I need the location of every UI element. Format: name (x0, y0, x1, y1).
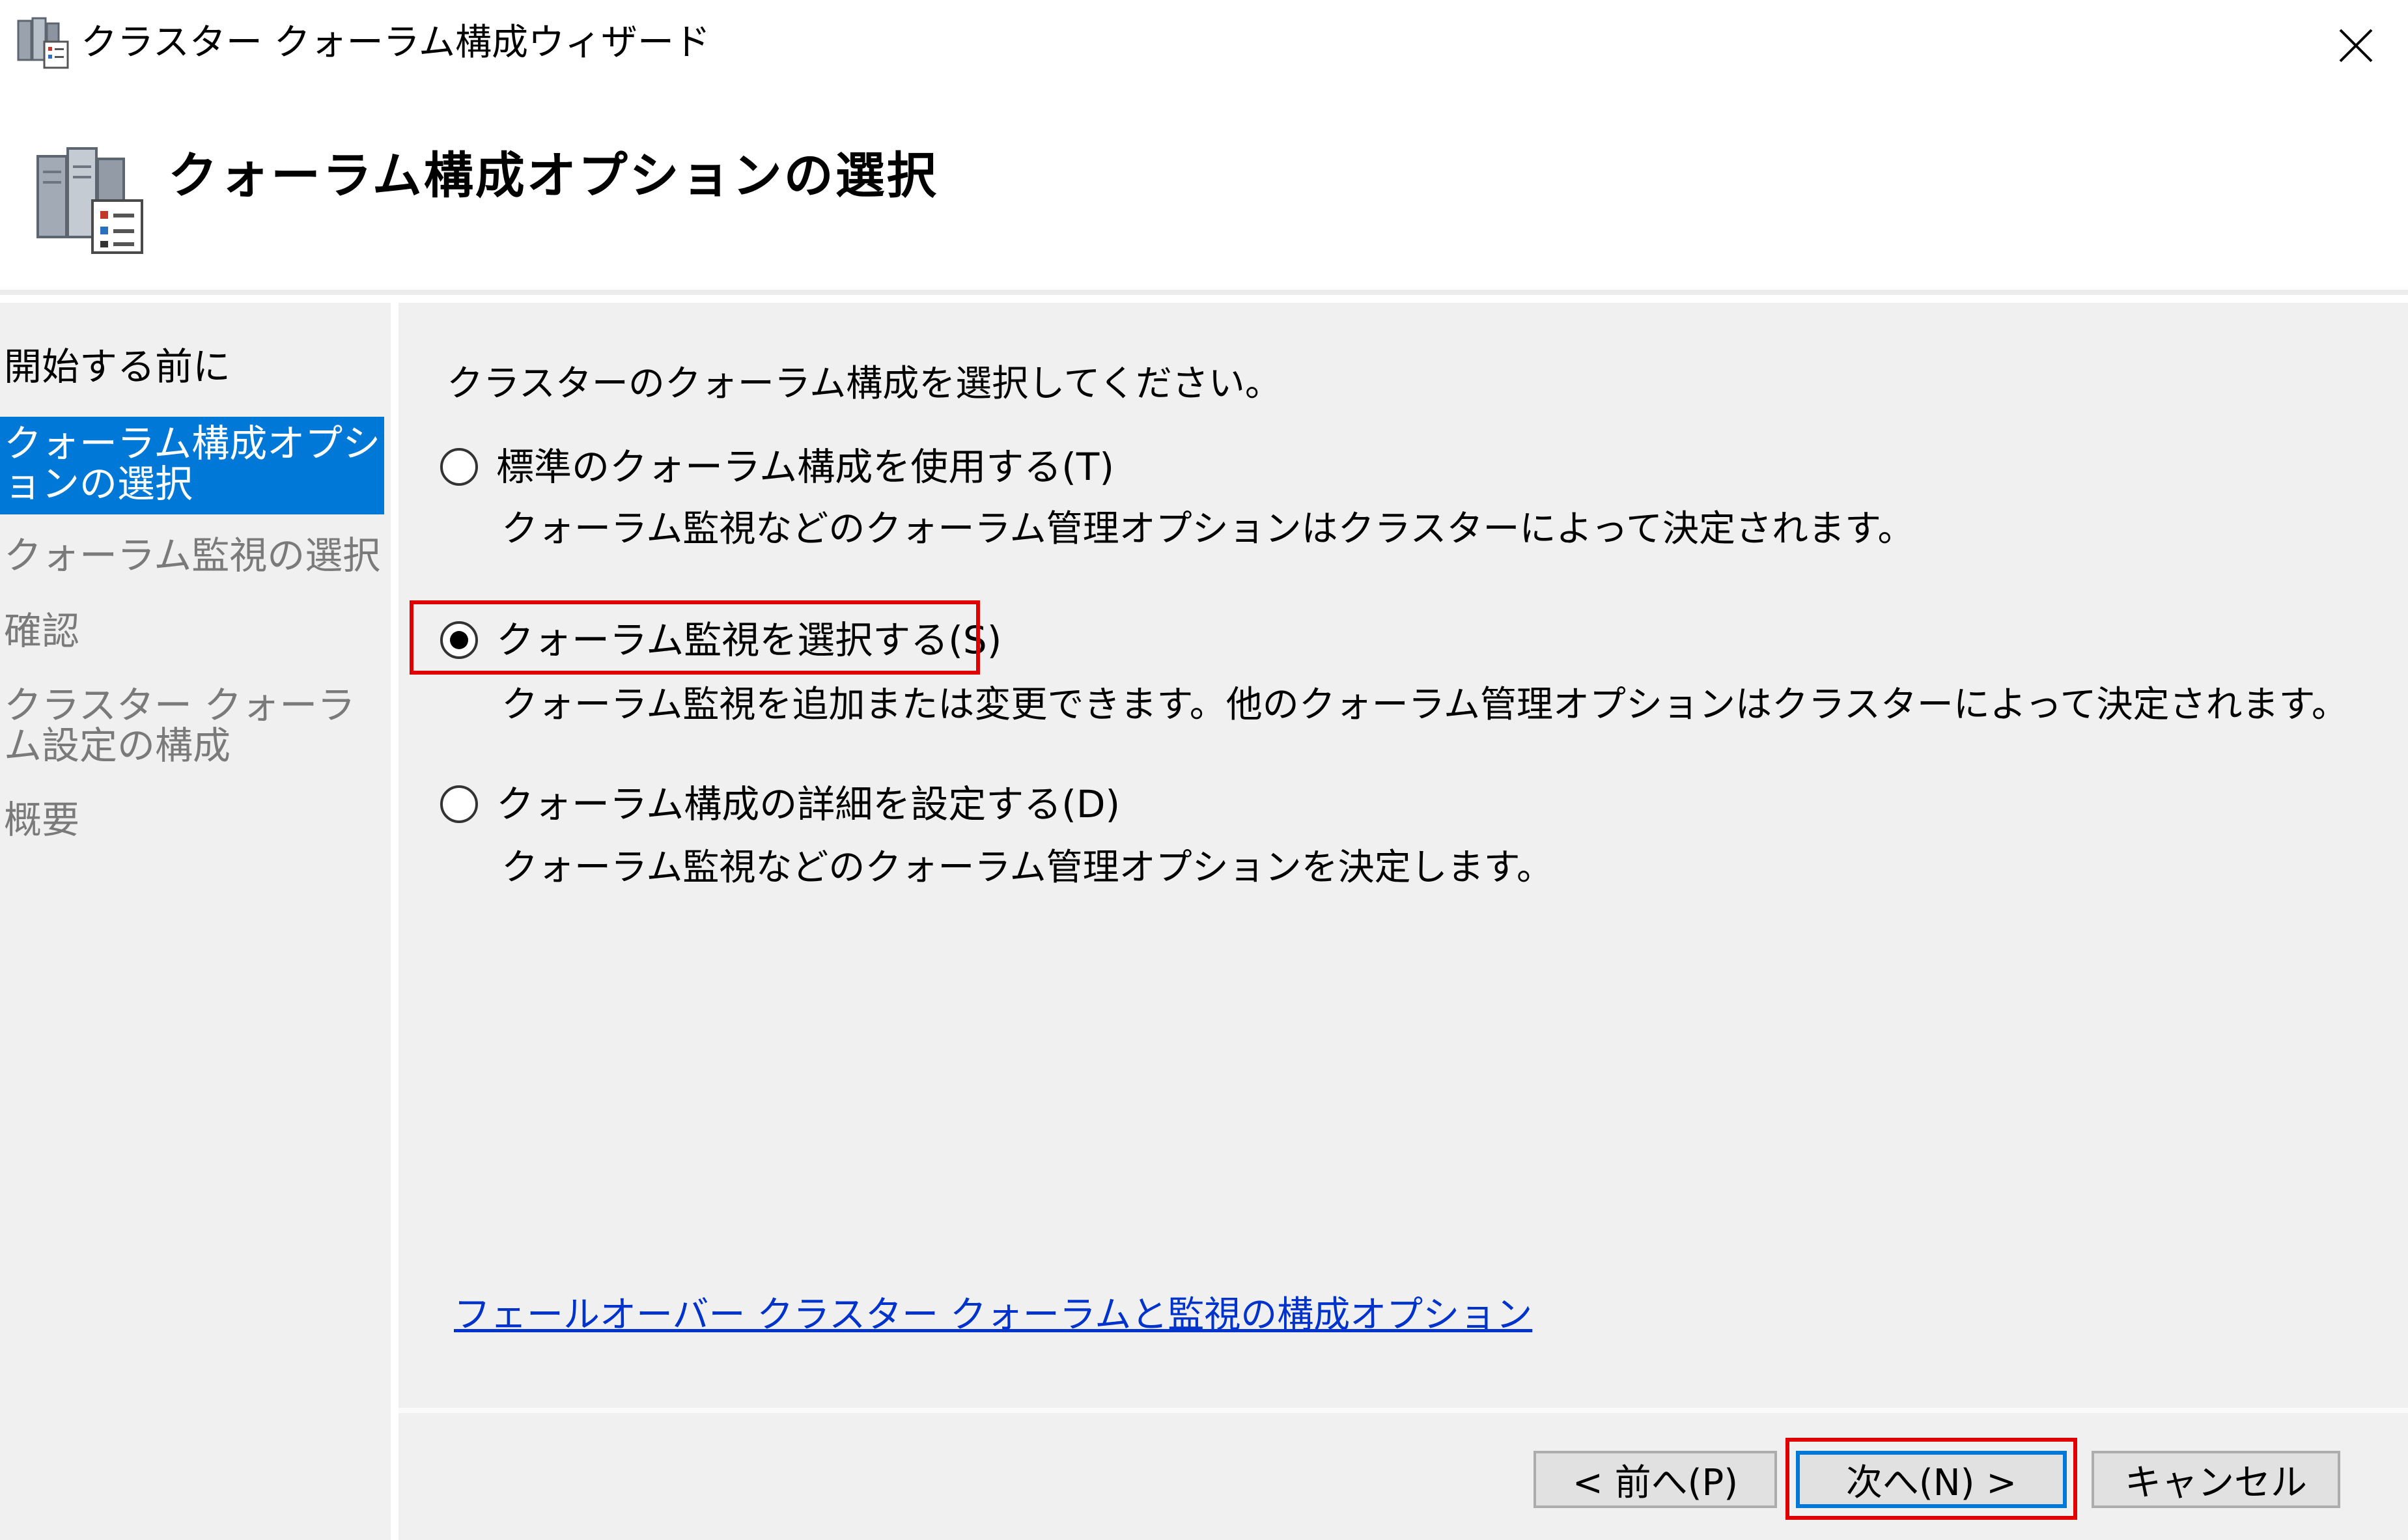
radio-button-icon[interactable] (440, 785, 478, 823)
option-label: クォーラム監視を選択する(S) (496, 618, 1002, 662)
option-label: クォーラム構成の詳細を設定する(D) (496, 782, 1121, 826)
radio-button-icon[interactable] (440, 621, 478, 659)
cancel-button[interactable]: キャンセル (2092, 1451, 2340, 1508)
option-description: クォーラム監視などのクォーラム管理オプションを決定します。 (501, 847, 1554, 889)
sidebar-item-summary: 概要 (4, 798, 80, 842)
cluster-wizard-icon (17, 17, 69, 69)
next-button[interactable]: 次へ(N) > (1796, 1451, 2067, 1508)
footer-divider (399, 1408, 2408, 1413)
option-typical-settings[interactable]: 標準のクォーラム構成を使用する(T) (440, 444, 1114, 490)
sidebar-item-select-witness: クォーラム監視の選択 (4, 533, 381, 578)
sidebar-item-quorum-options[interactable]: クォーラム構成オプションの選択 (0, 417, 384, 514)
option-description: クォーラム監視などのクォーラム管理オプションはクラスターによって決定されます。 (501, 508, 1914, 550)
sidebar-item-configure-quorum: クラスター クォーラム設定の構成 (4, 683, 356, 768)
option-label: 標準のクォーラム構成を使用する(T) (496, 445, 1114, 489)
option-description: クォーラム監視を追加または変更できます。他のクォーラム管理オプションはクラスター… (501, 684, 2348, 726)
close-button[interactable] (2304, 0, 2408, 91)
sidebar-item-before-you-begin[interactable]: 開始する前に (0, 346, 384, 387)
option-advanced-configuration[interactable]: クォーラム構成の詳細を設定する(D) (440, 781, 1120, 827)
radio-button-icon[interactable] (440, 448, 478, 486)
cluster-servers-icon (36, 147, 143, 254)
close-icon (2339, 29, 2373, 63)
window-title: クラスター クォーラム構成ウィザード (81, 21, 711, 64)
back-button[interactable]: < 前へ(P) (1533, 1451, 1777, 1508)
prompt-text: クラスターのクォーラム構成を選択してください。 (447, 363, 1281, 405)
sidebar-item-confirmation: 確認 (4, 609, 80, 653)
wizard-header: クォーラム構成オプションの選択 (0, 91, 2408, 290)
page-title: クォーラム構成オプションの選択 (168, 147, 938, 204)
sidebar-divider (391, 303, 399, 1540)
option-select-witness[interactable]: クォーラム監視を選択する(S) (440, 617, 1001, 663)
header-divider (0, 290, 2408, 295)
title-bar: クラスター クォーラム構成ウィザード (0, 0, 2408, 91)
help-link[interactable]: フェールオーバー クラスター クォーラムと監視の構成オプション (454, 1293, 1532, 1338)
